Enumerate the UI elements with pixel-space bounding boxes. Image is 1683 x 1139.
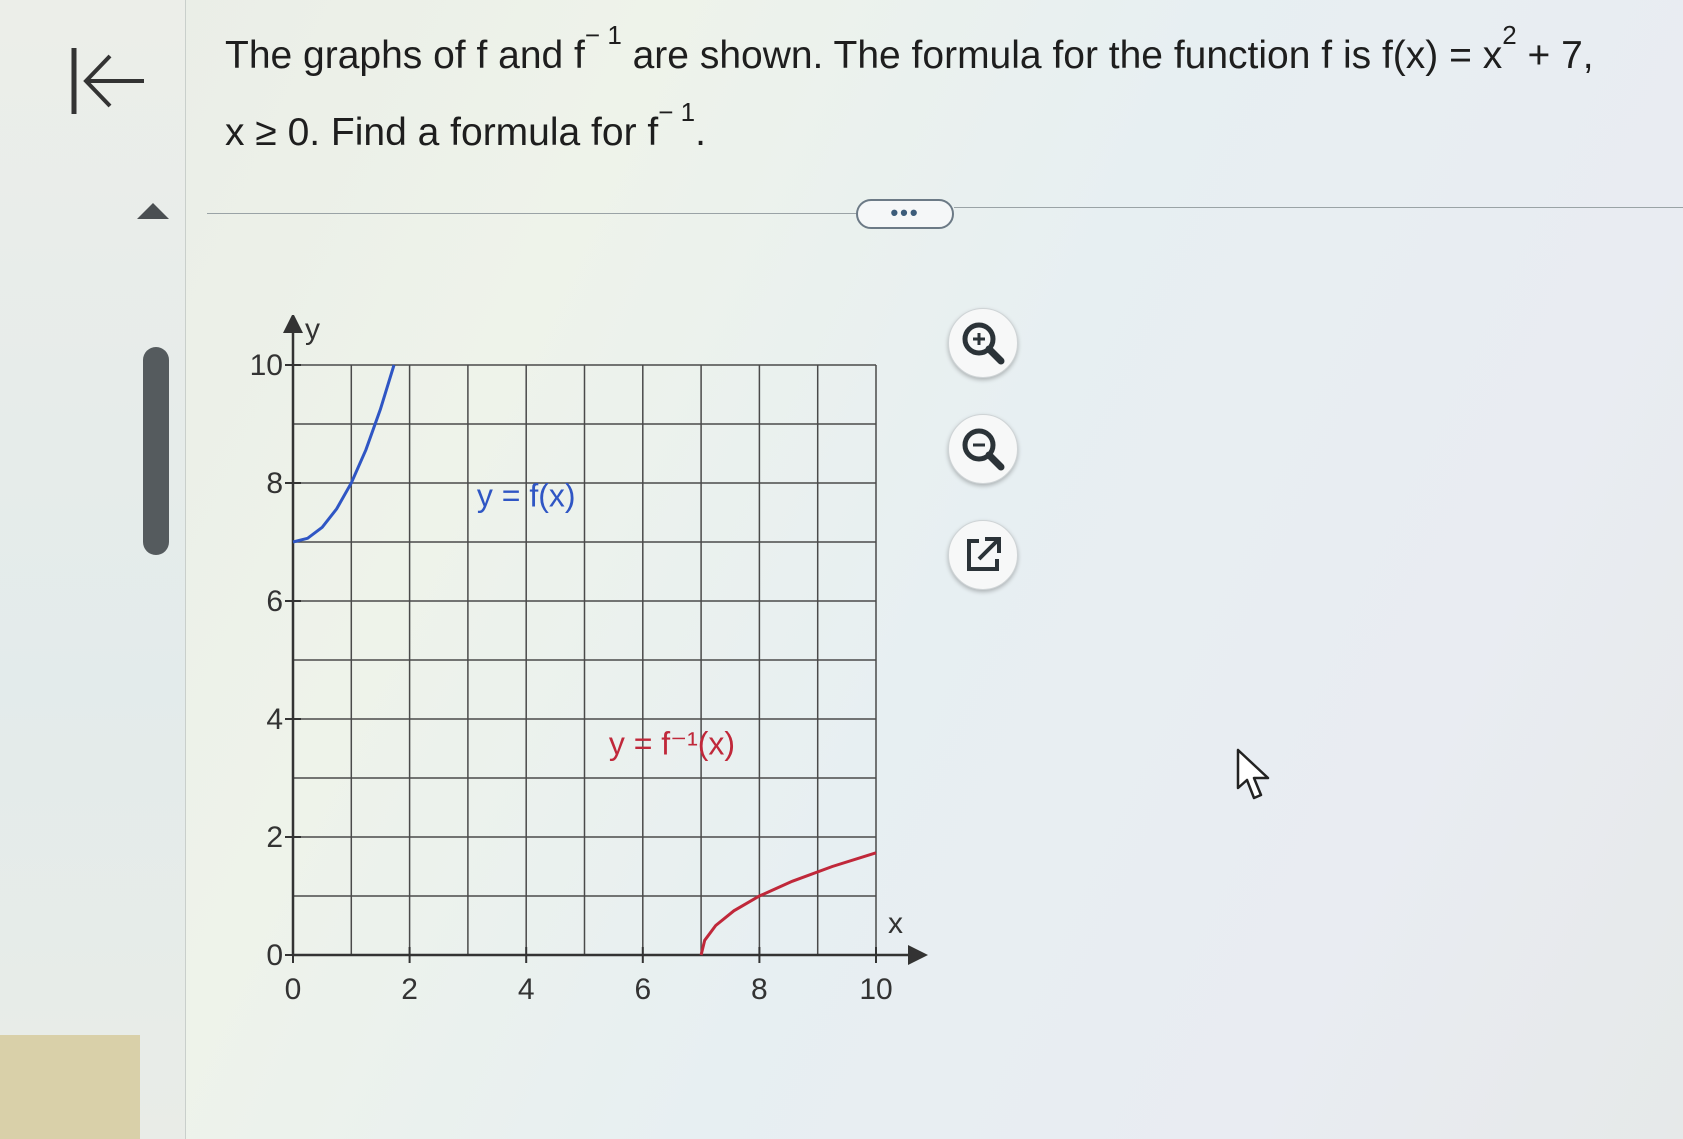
mouse-pointer-icon [1236,748,1270,800]
back-to-start-icon[interactable] [68,42,150,120]
y-tick-label: 2 [266,821,283,854]
triangle-up-icon[interactable] [135,201,171,221]
question-part-3: + 7, [1516,34,1594,77]
y-tick-label: 10 [250,349,283,382]
f-inverse-curve [699,851,877,956]
y-tick-label: 6 [266,585,283,618]
f-curve [292,364,396,544]
more-options-button[interactable]: ••• [856,199,954,229]
zoom-in-button[interactable] [948,308,1018,378]
superscript-inverse: − 1 [584,20,622,50]
question-end: . [695,111,706,154]
axes: xy [283,315,928,965]
x-tick-label: 10 [859,973,892,1006]
question-text: The graphs of f and f− 1 are shown. The … [225,12,1665,166]
function-graph: xy 0 2 4 6 8 100246810 y = f(x)y = f⁻¹(x) [250,315,928,1006]
zoom-in-icon [962,322,1005,365]
question-line-2: x ≥ 0. Find a formula for f− 1. [225,89,1665,166]
y-tick-label: 4 [266,703,283,736]
question-part-1: The graphs of f and f [225,34,585,77]
superscript-square: 2 [1502,20,1517,50]
grid-lines [292,364,877,956]
open-in-new-window-icon [967,537,1001,571]
x-tick-label: 8 [751,973,768,1006]
question-line-1: The graphs of f and f− 1 are shown. The … [225,12,1665,89]
zoom-out-button[interactable] [948,414,1018,484]
y-tick-label: 0 [266,939,283,972]
open-in-new-window-button[interactable] [948,520,1018,590]
question-part-4: x ≥ 0. Find a formula for f [225,111,659,154]
x-tick-label: 2 [401,973,418,1006]
x-axis-label: x [888,907,903,940]
question-part-2: are shown. The formula for the function … [621,34,1503,77]
separator-right [954,207,1683,208]
background-block [0,1035,140,1139]
x-tick-label: 0 [285,973,302,1006]
left-rail [0,0,186,1139]
f-inverse-curve-label: y = f⁻¹(x) [609,725,735,761]
separator-left [207,213,857,214]
scrollbar-thumb[interactable] [143,347,169,555]
y-axis-label: y [305,315,320,346]
y-tick-label: 8 [266,467,283,500]
tick-labels: 0 2 4 6 8 10 0 2 4 6 8 10 [250,349,893,1006]
zoom-out-icon [962,428,1005,471]
superscript-inverse-2: − 1 [658,97,696,127]
x-tick-label: 4 [518,973,535,1006]
x-tick-label: 6 [634,973,651,1006]
f-curve-label: y = f(x) [477,478,576,514]
